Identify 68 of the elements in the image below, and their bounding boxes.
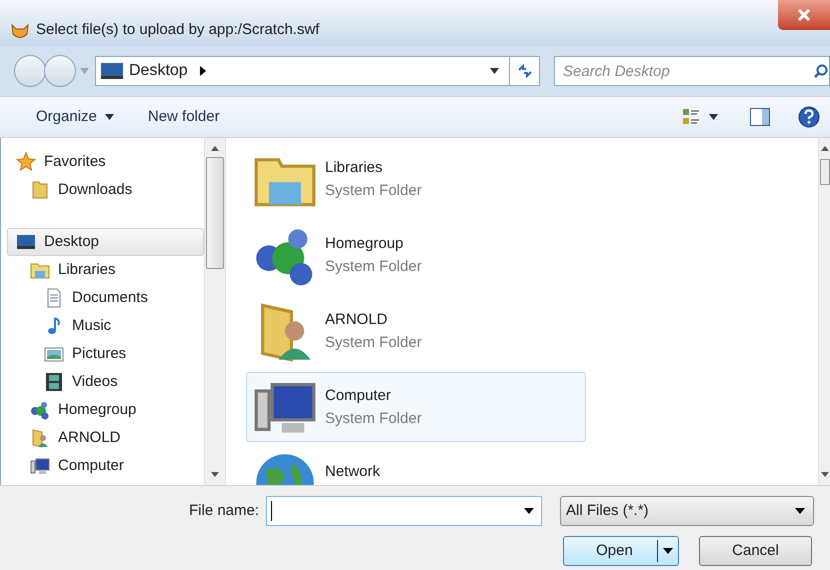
- item-type: System Folder: [325, 256, 422, 276]
- user-folder-icon: [30, 428, 50, 448]
- item-name: ARNOLD: [325, 310, 389, 330]
- folder-item[interactable]: Homegroup System Folder: [246, 220, 586, 290]
- navigation-item[interactable]: Libraries: [7, 256, 204, 284]
- film-strip-icon: [44, 372, 64, 392]
- cat-icon: [10, 22, 30, 40]
- scroll-up-icon[interactable]: [820, 146, 828, 151]
- desktop-icon: [101, 63, 123, 79]
- item-type: System Folder: [325, 180, 422, 200]
- navigation-item[interactable]: Videos: [7, 368, 204, 396]
- cancel-button[interactable]: Cancel: [699, 536, 812, 566]
- scrollbar-thumb[interactable]: [820, 159, 830, 185]
- folder-icon: [30, 180, 50, 200]
- chevron-icon: [200, 66, 206, 76]
- view-options-icon: [683, 108, 699, 126]
- caret-icon: [104, 114, 114, 120]
- organize-button[interactable]: Organize: [26, 102, 124, 132]
- folder-item[interactable]: ARNOLD System Folder: [246, 296, 586, 366]
- caret-icon: [709, 114, 718, 120]
- navigation-item[interactable]: Computer: [7, 452, 204, 480]
- folder-item[interactable]: Computer System Folder: [246, 372, 586, 442]
- window-title: Select file(s) to upload by app:/Scratch.swf: [36, 20, 320, 40]
- address-text: Desktop: [129, 61, 188, 81]
- address-bar[interactable]: Desktop: [95, 56, 540, 86]
- desktop-icon: [16, 232, 36, 252]
- scroll-down-icon[interactable]: [211, 472, 219, 477]
- navigation-item[interactable]: ARNOLD: [7, 424, 204, 452]
- navigation-item[interactable]: Downloads: [7, 176, 204, 204]
- navigation-item[interactable]: Documents: [7, 284, 204, 312]
- navigation-item[interactable]: Music: [7, 312, 204, 340]
- close-button[interactable]: [778, 0, 830, 30]
- open-button[interactable]: Open: [563, 536, 679, 566]
- caret-icon: [663, 548, 673, 554]
- file-type-dropdown[interactable]: All Files (*.*): [560, 496, 814, 526]
- folder-item[interactable]: Libraries System Folder: [246, 144, 586, 214]
- item-type: System Folder: [325, 332, 422, 352]
- item-name: Libraries: [325, 158, 384, 178]
- dropdown-icon[interactable]: [524, 508, 534, 514]
- preview-pane-icon: [750, 108, 770, 126]
- scrollbar[interactable]: [818, 138, 830, 485]
- caret-icon: [80, 68, 89, 74]
- star-icon: [16, 152, 36, 172]
- navigation-item[interactable]: Favorites: [7, 148, 204, 176]
- close-icon: [798, 9, 810, 21]
- computer-icon: [30, 456, 50, 476]
- navigation-item[interactable]: Homegroup: [7, 396, 204, 424]
- scroll-up-icon[interactable]: [211, 146, 219, 151]
- navigation-item[interactable]: Pictures: [7, 340, 204, 368]
- item-name: Computer: [325, 386, 392, 406]
- refresh-icon: [516, 64, 532, 78]
- file-name-field[interactable]: [266, 496, 542, 526]
- text-cursor: [271, 501, 272, 521]
- item-type: System Folder: [325, 408, 422, 428]
- new-folder-button[interactable]: New folder: [138, 102, 230, 132]
- help-icon: [798, 106, 820, 128]
- search-field[interactable]: Search Desktop: [554, 56, 830, 86]
- scrollbar[interactable]: [204, 138, 226, 485]
- navigation-item[interactable]: Desktop: [7, 228, 204, 256]
- file-name-label: File name:: [189, 500, 260, 521]
- homegroup-icon: [30, 400, 50, 420]
- search-icon: [814, 64, 828, 78]
- scroll-down-icon[interactable]: [820, 472, 828, 477]
- item-name: Homegroup: [325, 234, 404, 254]
- dropdown-icon[interactable]: [490, 68, 499, 74]
- scrollbar-thumb[interactable]: [206, 157, 224, 269]
- dropdown-icon: [795, 508, 806, 514]
- item-name: Network: [325, 462, 380, 482]
